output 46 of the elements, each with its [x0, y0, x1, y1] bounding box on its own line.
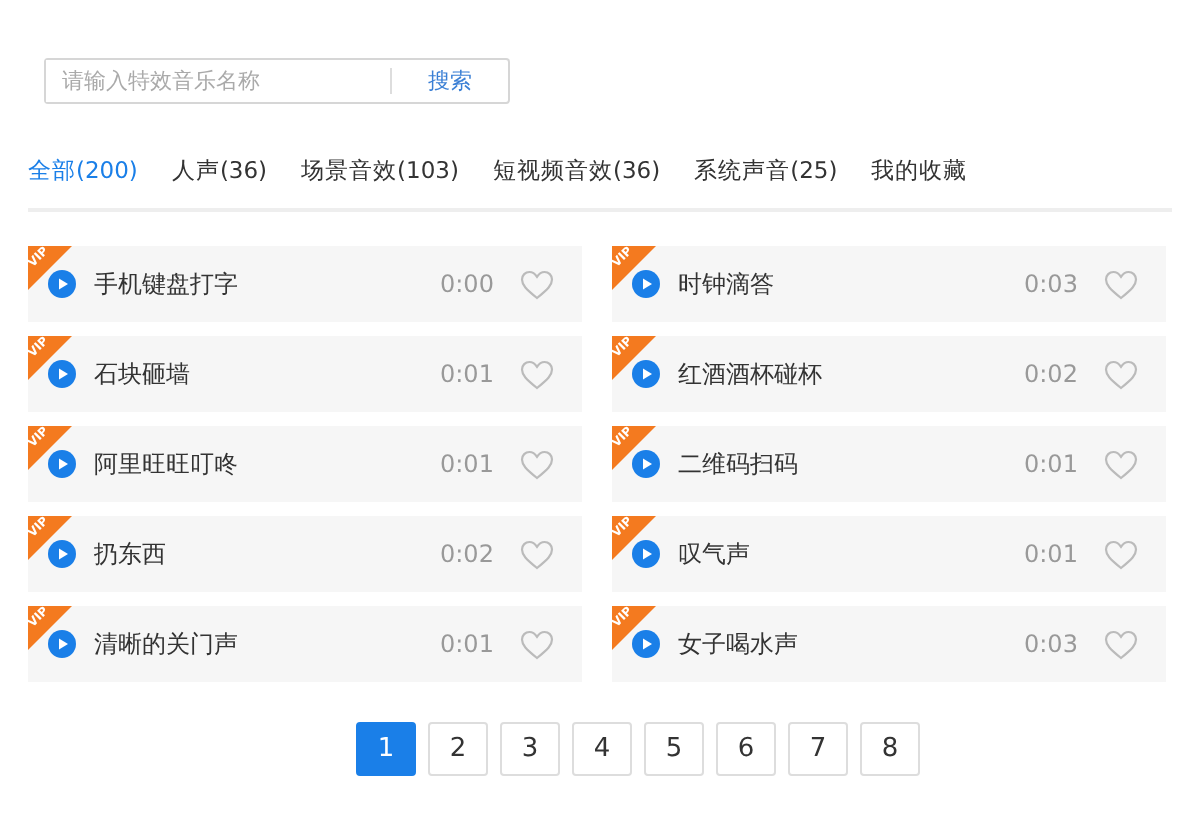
play-icon[interactable] — [632, 630, 660, 658]
play-icon[interactable] — [632, 450, 660, 478]
sound-duration: 0:01 — [440, 360, 496, 388]
page-button[interactable]: 2 — [428, 722, 488, 776]
play-icon[interactable] — [632, 270, 660, 298]
sound-duration: 0:01 — [440, 630, 496, 658]
sound-duration: 0:02 — [1024, 360, 1080, 388]
sound-name: 石块砸墙 — [94, 357, 192, 391]
sound-duration: 0:03 — [1024, 630, 1080, 658]
category-tab[interactable]: 人声(36) — [171, 156, 268, 186]
sound-name: 红酒酒杯碰杯 — [678, 357, 824, 391]
sound-duration: 0:01 — [1024, 450, 1080, 478]
play-icon[interactable] — [632, 360, 660, 388]
sound-name: 女子喝水声 — [678, 627, 800, 661]
sound-name: 阿里旺旺叮咚 — [94, 447, 240, 481]
page-button[interactable]: 5 — [644, 722, 704, 776]
search-field[interactable]: 请输入特效音乐名称 搜索 — [44, 58, 510, 104]
page-button[interactable]: 8 — [860, 722, 920, 776]
page-button[interactable]: 4 — [572, 722, 632, 776]
play-icon[interactable] — [632, 540, 660, 568]
sound-duration: 0:03 — [1024, 270, 1080, 298]
category-tab[interactable]: 短视频音效(36) — [492, 156, 661, 186]
sound-name: 扔东西 — [94, 537, 168, 571]
page-button[interactable]: 6 — [716, 722, 776, 776]
play-icon[interactable] — [48, 450, 76, 478]
sound-duration: 0:01 — [1024, 540, 1080, 568]
sound-duration: 0:00 — [440, 270, 496, 298]
category-tab[interactable]: 我的收藏 — [871, 156, 968, 186]
category-tab[interactable]: 场景音效(103) — [301, 156, 459, 186]
play-icon[interactable] — [48, 630, 76, 658]
page-button[interactable]: 1 — [356, 722, 416, 776]
search-button[interactable]: 搜索 — [392, 60, 508, 102]
sound-name: 叹气声 — [678, 537, 752, 571]
sound-duration: 0:02 — [440, 540, 496, 568]
page-button[interactable]: 7 — [788, 722, 848, 776]
sound-name: 时钟滴答 — [678, 267, 776, 301]
page-button[interactable]: 3 — [500, 722, 560, 776]
sound-duration: 0:01 — [440, 450, 496, 478]
sound-name: 手机键盘打字 — [94, 267, 240, 301]
sound-name: 清晰的关门声 — [94, 627, 240, 661]
category-tab[interactable]: 全部(200) — [28, 156, 138, 186]
play-icon[interactable] — [48, 540, 76, 568]
category-tab[interactable]: 系统声音(25) — [694, 156, 838, 186]
play-icon[interactable] — [48, 360, 76, 388]
play-icon[interactable] — [48, 270, 76, 298]
sound-name: 二维码扫码 — [678, 447, 800, 481]
